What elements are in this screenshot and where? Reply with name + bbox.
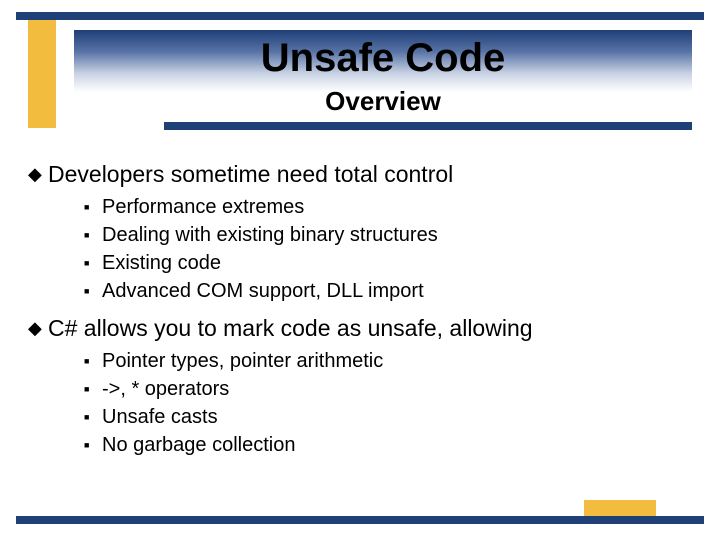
diamond-bullet-icon: ◆: [28, 314, 48, 342]
diamond-bullet-icon: ◆: [28, 160, 48, 188]
bullet-text: ->, * operators: [102, 376, 229, 402]
square-bullet-icon: ■: [84, 404, 102, 430]
left-accent-bar: [28, 20, 56, 128]
bullet-lvl2: ■ Unsafe casts: [84, 404, 692, 430]
bullet-text: Pointer types, pointer arithmetic: [102, 348, 383, 374]
bullet-lvl2: ■ Pointer types, pointer arithmetic: [84, 348, 692, 374]
bullet-lvl2: ■ Advanced COM support, DLL import: [84, 278, 692, 304]
bullet-text: C# allows you to mark code as unsafe, al…: [48, 314, 533, 342]
square-bullet-icon: ■: [84, 348, 102, 374]
bullet-lvl2: ■ Dealing with existing binary structure…: [84, 222, 692, 248]
slide-subtitle: Overview: [74, 86, 692, 117]
bullet-lvl2: ■ ->, * operators: [84, 376, 692, 402]
bullet-lvl2: ■ Existing code: [84, 250, 692, 276]
content-area: ◆ Developers sometime need total control…: [28, 150, 692, 460]
square-bullet-icon: ■: [84, 432, 102, 458]
bullet-text: No garbage collection: [102, 432, 295, 458]
bullet-lvl2: ■ Performance extremes: [84, 194, 692, 220]
square-bullet-icon: ■: [84, 194, 102, 220]
square-bullet-icon: ■: [84, 278, 102, 304]
bullet-text: Performance extremes: [102, 194, 304, 220]
bullet-text: Existing code: [102, 250, 221, 276]
title-block: Unsafe Code Overview: [74, 30, 692, 126]
bullet-lvl2: ■ No garbage collection: [84, 432, 692, 458]
bullet-lvl1: ◆ C# allows you to mark code as unsafe, …: [28, 314, 692, 342]
square-bullet-icon: ■: [84, 222, 102, 248]
title-underline: [164, 122, 692, 130]
bottom-accent-bar: [584, 500, 656, 516]
bullet-text: Advanced COM support, DLL import: [102, 278, 424, 304]
slide-title: Unsafe Code: [74, 36, 692, 81]
slide: Unsafe Code Overview ◆ Developers someti…: [0, 0, 720, 540]
bullet-text: Dealing with existing binary structures: [102, 222, 438, 248]
square-bullet-icon: ■: [84, 376, 102, 402]
square-bullet-icon: ■: [84, 250, 102, 276]
bullet-text: Developers sometime need total control: [48, 160, 453, 188]
bullet-lvl1: ◆ Developers sometime need total control: [28, 160, 692, 188]
top-border-bar: [16, 12, 704, 20]
bottom-border-bar: [16, 516, 704, 524]
bullet-text: Unsafe casts: [102, 404, 218, 430]
